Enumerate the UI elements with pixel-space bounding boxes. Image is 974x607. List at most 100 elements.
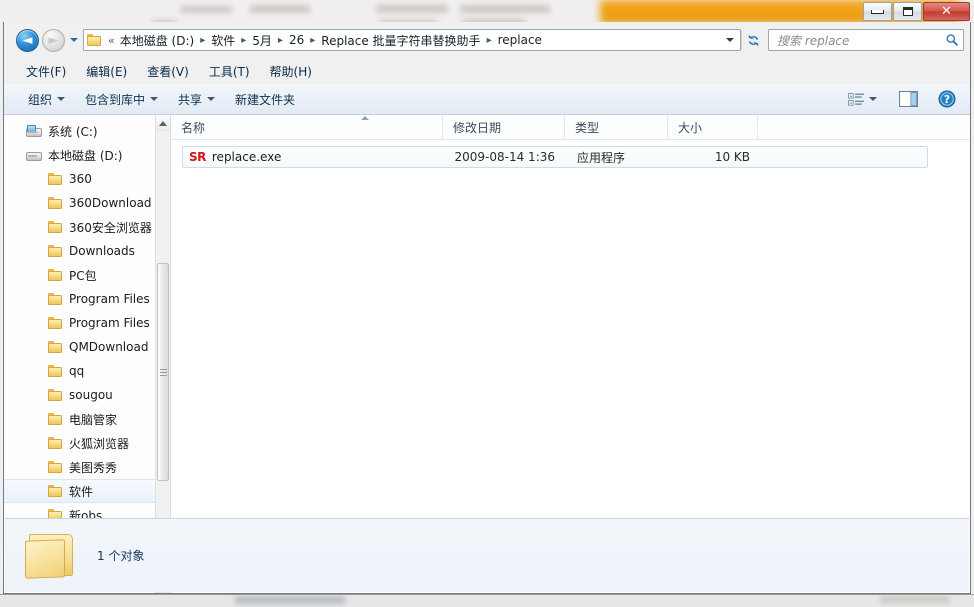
chevron-down-icon xyxy=(869,97,877,101)
close-icon: ✕ xyxy=(941,4,952,19)
help-button[interactable]: ? xyxy=(932,87,962,111)
sort-ascending-icon xyxy=(361,116,369,120)
sidebar-item-firefox[interactable]: 火狐浏览器 xyxy=(4,431,156,455)
breadcrumb-item-1[interactable]: 软件 xyxy=(209,31,237,50)
background-blur-text xyxy=(235,596,345,604)
chevron-down-icon xyxy=(57,97,66,101)
organize-button[interactable]: 组织 xyxy=(18,86,75,113)
menu-item-edit[interactable]: 编辑(E) xyxy=(76,60,137,83)
menu-item-file[interactable]: 文件(F) xyxy=(16,60,76,83)
sidebar-item-label: 电脑管家 xyxy=(69,412,118,427)
folder-icon xyxy=(87,34,102,46)
drive-icon xyxy=(26,149,42,162)
help-icon: ? xyxy=(938,90,956,108)
breadcrumb-item-3[interactable]: 26 xyxy=(287,32,306,48)
table-row[interactable]: SR replace.exe 2009-08-14 1:36 应用程序 10 K… xyxy=(182,146,928,168)
search-input[interactable]: 搜索 replace xyxy=(777,32,945,49)
grip-icon xyxy=(159,367,167,378)
preview-pane-icon xyxy=(899,91,918,107)
sidebar-item-local-disk-d[interactable]: 本地磁盘 (D:) xyxy=(4,143,156,167)
column-header-date-label: 修改日期 xyxy=(453,120,502,135)
close-button[interactable]: ✕ xyxy=(923,2,970,21)
search-box[interactable]: 搜索 replace xyxy=(768,29,964,51)
include-in-library-label: 包含到库中 xyxy=(85,92,146,107)
breadcrumb-separator[interactable]: ▸ xyxy=(306,35,319,46)
sidebar-item-360[interactable]: 360 xyxy=(4,167,156,191)
breadcrumb-item-5[interactable]: replace xyxy=(496,32,544,48)
sidebar-item-program-files[interactable]: Program Files xyxy=(4,287,156,311)
sidebar-item-label: 系统 (C:) xyxy=(48,124,98,139)
title-bar: ✕ xyxy=(0,0,974,24)
folder-icon xyxy=(48,341,63,353)
view-mode-button[interactable] xyxy=(842,89,883,110)
sidebar-item-system-c[interactable]: 系统 (C:) xyxy=(4,119,156,143)
sidebar-item-360download[interactable]: 360Download xyxy=(4,191,156,215)
maximize-icon xyxy=(902,7,913,16)
sidebar-item-pc-bao[interactable]: PC包 xyxy=(4,263,156,287)
file-type-cell: 应用程序 xyxy=(577,150,626,165)
folder-icon xyxy=(23,532,79,580)
details-pane: 1 个对象 xyxy=(5,518,969,592)
maximize-button[interactable] xyxy=(893,2,922,21)
sidebar-item-qmdownload[interactable]: QMDownload xyxy=(4,335,156,359)
menu-item-view[interactable]: 查看(V) xyxy=(137,60,199,83)
column-header-size[interactable]: 大小 xyxy=(668,115,758,139)
sidebar-item-label: sougou xyxy=(69,388,113,402)
sr-exe-icon: SR xyxy=(189,150,206,164)
column-header-name[interactable]: 名称 xyxy=(171,115,443,139)
breadcrumb-separator[interactable]: ▸ xyxy=(274,35,287,46)
share-button-label: 共享 xyxy=(178,92,203,107)
breadcrumb-item-2[interactable]: 5月 xyxy=(250,31,274,50)
back-button[interactable]: ◄ xyxy=(16,28,39,52)
column-header-filler xyxy=(758,115,970,139)
view-list-icon xyxy=(848,92,864,106)
folder-icon xyxy=(48,485,63,497)
breadcrumb-separator[interactable]: ▸ xyxy=(483,35,496,46)
sidebar-item-downloads[interactable]: Downloads xyxy=(4,239,156,263)
breadcrumb-separator[interactable]: ▸ xyxy=(196,35,209,46)
folder-icon xyxy=(48,293,63,305)
scroll-up-button[interactable] xyxy=(156,115,170,131)
sidebar-item-label: QMDownload xyxy=(69,340,149,354)
sidebar-item-computer-manager[interactable]: 电脑管家 xyxy=(4,407,156,431)
sidebar-item-360-browser[interactable]: 360安全浏览器 xyxy=(4,215,156,239)
svg-text:?: ? xyxy=(944,93,950,106)
folder-icon xyxy=(48,269,63,281)
refresh-button[interactable] xyxy=(741,30,764,50)
breadcrumb-separator[interactable]: ▸ xyxy=(237,35,250,46)
chevron-down-icon xyxy=(726,38,734,42)
file-name-cell[interactable]: SR replace.exe xyxy=(183,150,445,164)
menu-item-tools[interactable]: 工具(T) xyxy=(199,60,260,83)
breadcrumb-overflow-button[interactable]: « xyxy=(105,34,118,47)
column-header-name-label: 名称 xyxy=(181,120,206,135)
include-in-library-button[interactable]: 包含到库中 xyxy=(75,86,168,113)
breadcrumb-item-0[interactable]: 本地磁盘 (D:) xyxy=(118,31,196,50)
explorer-window: ◄ ► « 本地磁盘 (D:) ▸ 软件 ▸ 5月 ▸ 26 ▸ Replace… xyxy=(3,22,971,594)
sidebar-item-label: 软件 xyxy=(69,484,94,499)
scrollbar-thumb[interactable] xyxy=(157,263,169,481)
sidebar-item-sougou[interactable]: sougou xyxy=(4,383,156,407)
forward-button[interactable]: ► xyxy=(42,28,65,52)
minimize-button[interactable] xyxy=(863,2,892,21)
folder-icon xyxy=(48,413,63,425)
sidebar-item-software[interactable]: 软件 xyxy=(4,479,156,503)
background-taskbar-strip xyxy=(0,594,974,607)
sidebar-item-label: 本地磁盘 (D:) xyxy=(48,148,123,163)
column-header-date[interactable]: 修改日期 xyxy=(443,115,565,139)
preview-pane-button[interactable] xyxy=(893,88,924,110)
navigation-bar: ◄ ► « 本地磁盘 (D:) ▸ 软件 ▸ 5月 ▸ 26 ▸ Replace… xyxy=(4,22,970,58)
sidebar-item-meitu[interactable]: 美图秀秀 xyxy=(4,455,156,479)
share-button[interactable]: 共享 xyxy=(168,86,225,113)
breadcrumb-item-4[interactable]: Replace 批量字符串替换助手 xyxy=(319,31,482,50)
address-bar[interactable]: « 本地磁盘 (D:) ▸ 软件 ▸ 5月 ▸ 26 ▸ Replace 批量字… xyxy=(83,29,741,51)
file-size-cell: 10 KB xyxy=(714,150,750,164)
sidebar-item-program-files-x86[interactable]: Program Files xyxy=(4,311,156,335)
recent-locations-dropdown-button[interactable] xyxy=(67,29,81,51)
menu-item-help[interactable]: 帮助(H) xyxy=(260,60,322,83)
new-folder-button[interactable]: 新建文件夹 xyxy=(225,86,305,113)
folder-icon xyxy=(48,461,63,473)
sidebar-item-qq[interactable]: qq xyxy=(4,359,156,383)
column-header-type[interactable]: 类型 xyxy=(565,115,668,139)
address-dropdown-button[interactable] xyxy=(722,30,738,50)
item-count-label: 1 个对象 xyxy=(97,549,145,563)
